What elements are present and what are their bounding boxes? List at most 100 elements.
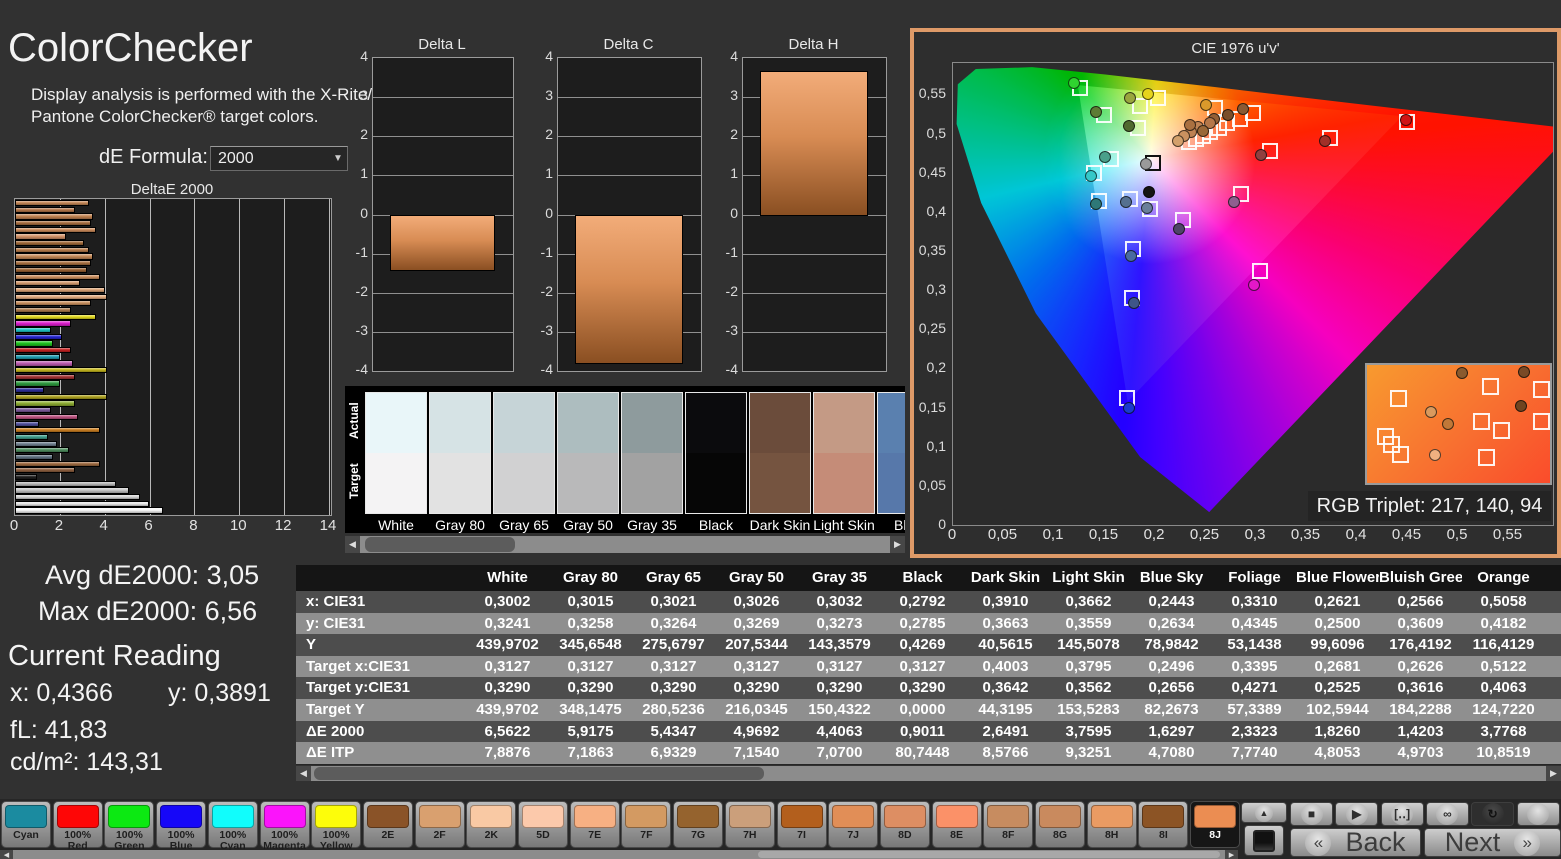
patch-scrollbar[interactable]: ◀ ▶ [0, 850, 1238, 859]
gridline [284, 199, 285, 515]
table-cell: 2,6491 [964, 721, 1047, 743]
table-column-header: Bluish Green [1379, 565, 1462, 591]
swatch-item: Blue [877, 392, 905, 533]
swatch-scrollbar[interactable]: ◀ ▶ [345, 536, 905, 553]
scroll-left-icon[interactable]: ◀ [296, 766, 311, 781]
table-cell: 78,9842 [1130, 634, 1213, 656]
scroll-left-icon[interactable]: ◀ [345, 536, 360, 553]
table-cell: 44,3195 [964, 699, 1047, 721]
deltae-bar [15, 314, 96, 320]
description: Display analysis is performed with the X… [31, 84, 372, 128]
table-cell: 4,7080 [1130, 742, 1213, 764]
loop-button[interactable]: ∞ [1426, 802, 1469, 826]
swatch-strip: Actual Target WhiteGray 80Gray 65Gray 50… [345, 386, 905, 533]
table-column-header: Black [881, 565, 964, 591]
swatch-target-color [622, 453, 682, 513]
blank-button[interactable] [1517, 802, 1560, 826]
table-cell: 0,21 [1545, 656, 1561, 678]
table-cell: 0,3127 [632, 656, 715, 678]
axis-tick-label: -3 [338, 322, 368, 338]
swatch-actual-color [686, 393, 746, 453]
deltae-bar [15, 461, 100, 467]
measured-point-marker [1184, 119, 1196, 131]
deltae-bar [15, 233, 66, 239]
table-cell: 0,3127 [549, 656, 632, 678]
gridline [373, 332, 513, 333]
next-button[interactable]: Next » [1424, 828, 1561, 857]
deltae-bar [15, 280, 80, 286]
back-button[interactable]: « Back [1290, 828, 1421, 857]
refresh-button[interactable]: ↻ [1471, 802, 1514, 826]
table-column-header: White [466, 565, 549, 591]
table-cell: 0,3663 [964, 613, 1047, 635]
scroll-right-icon[interactable]: ▶ [1225, 850, 1238, 859]
delta-plot [372, 57, 514, 372]
table-column-header: Foliage [1213, 565, 1296, 591]
delta-chart-title: Delta H [742, 36, 885, 53]
scroll-right-icon[interactable]: ▶ [1546, 766, 1561, 781]
table-cell: 0,5122 [1462, 656, 1545, 678]
step-button[interactable]: [‥] [1381, 802, 1424, 826]
de-formula-dropdown[interactable]: 2000 ▼ [210, 146, 348, 171]
delta-chart-title: Delta C [557, 36, 700, 53]
table-cell: 143,3579 [798, 634, 881, 656]
table-cell: 1,06 [1545, 721, 1561, 743]
swatch-colors [429, 392, 491, 514]
back-label: Back [1345, 827, 1405, 858]
table-cell: 57,3389 [1213, 699, 1296, 721]
deltae-bar [15, 367, 107, 373]
table-row: Target Y439,9702348,1475280,5236216,0345… [296, 699, 1561, 721]
table-cell: 0,3290 [798, 677, 881, 699]
scroll-left-icon[interactable]: ◀ [0, 850, 13, 859]
scrollbar-thumb[interactable] [758, 851, 1220, 858]
table-row-header: Target Y [296, 699, 466, 721]
table-cell: 280,5236 [632, 699, 715, 721]
table-cell: 0,2443 [1130, 591, 1213, 613]
swatch-item: Gray 35 [621, 392, 683, 533]
gridline [743, 254, 886, 255]
measured-point-marker [1222, 109, 1234, 121]
axis-tick-label: -2 [523, 283, 553, 299]
axis-tick-label: 8 [189, 517, 197, 534]
gridline [558, 136, 701, 137]
table-scrollbar[interactable]: ◀ ▶ [296, 766, 1561, 781]
axis-tick-label: 0,15 [1089, 526, 1118, 543]
scroll-right-icon[interactable]: ▶ [890, 536, 905, 553]
de-formula-value: 2000 [211, 150, 329, 168]
table-cell: 48,6 [1545, 634, 1561, 656]
axis-tick-label: 1 [523, 165, 553, 181]
table-row-header: ΔE 2000 [296, 721, 466, 743]
table-cell: 116,4129 [1462, 634, 1545, 656]
scrollbar-thumb[interactable] [365, 537, 515, 552]
axis-tick-label: 0,2 [916, 359, 946, 375]
swatch-target-color [366, 453, 426, 513]
table-column-header: Gray 65 [632, 565, 715, 591]
axis-tick-label: 0,1 [916, 438, 946, 454]
axis-tick-label: 3 [523, 87, 553, 103]
table-cell: 7,1540 [715, 742, 798, 764]
deltae-bar [15, 507, 163, 513]
cie-plot: RGB Triplet: 217, 140, 94 [952, 62, 1554, 526]
swatch-item: Black [685, 392, 747, 533]
cie-zoom-inset [1365, 363, 1552, 485]
deltae-bar [15, 407, 51, 413]
axis-tick-label: 0,35 [1291, 526, 1320, 543]
stop-button[interactable]: ■ [1290, 802, 1333, 826]
table-cell: 6,5622 [466, 721, 549, 743]
table-row-header: x: CIE31 [296, 591, 466, 613]
axis-tick-label: 2 [55, 517, 63, 534]
play-button[interactable]: ▶ [1335, 802, 1378, 826]
table-cell: 0,3127 [881, 656, 964, 678]
axis-tick-label: 14 [320, 517, 337, 534]
table-cell: 1,8260 [1296, 721, 1379, 743]
measured-point-marker [1248, 279, 1260, 291]
table-cell: 4,8053 [1296, 742, 1379, 764]
deltae-bar [15, 213, 93, 219]
scrollbar-thumb[interactable] [314, 767, 764, 780]
table-cell: 0,3290 [632, 677, 715, 699]
swatch-item: Dark Skin [749, 392, 811, 533]
axis-tick-label: 0,45 [1392, 526, 1421, 543]
measured-point-marker [1099, 151, 1111, 163]
refresh-icon: ↻ [1482, 803, 1504, 825]
swatch-item: White [365, 392, 427, 533]
